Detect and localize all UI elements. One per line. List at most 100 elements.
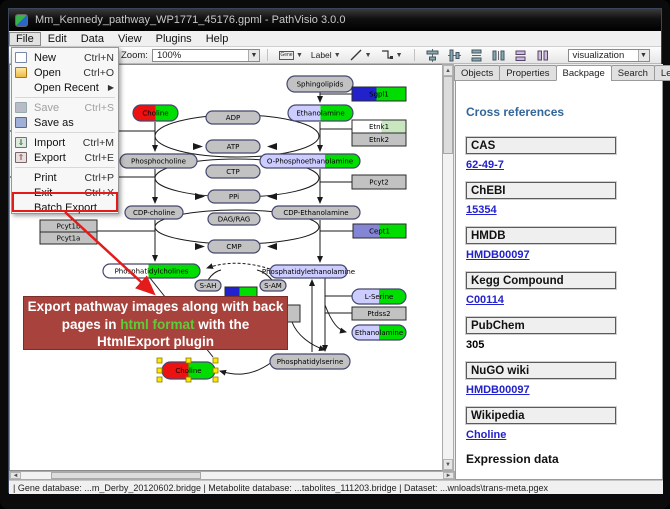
expression-data-header: Expression data — [466, 452, 662, 466]
line-tool-icon — [349, 49, 363, 62]
horizontal-scrollbar[interactable]: ◄ ► — [9, 471, 455, 480]
svg-text:DAG/RAG: DAG/RAG — [218, 216, 250, 224]
svg-text:Sphingolipids: Sphingolipids — [297, 81, 344, 89]
svg-text:O-Phosphoethanolamine: O-Phosphoethanolamine — [267, 158, 353, 166]
distribute-horizontal-icon — [492, 49, 506, 62]
import-icon: ⇓ — [15, 137, 28, 148]
vertical-scrollbar[interactable]: ▲ ▼ — [442, 64, 454, 471]
menu-help[interactable]: Help — [199, 32, 236, 46]
common-width-icon — [514, 49, 528, 62]
menu-edit[interactable]: Edit — [41, 32, 74, 46]
window-title: Mm_Kennedy_pathway_WP1771_45176.gpml - P… — [35, 14, 345, 26]
horizontal-scroll-thumb[interactable] — [51, 472, 201, 479]
svg-text:ATP: ATP — [227, 143, 240, 151]
export-icon: ⇑ — [15, 152, 28, 163]
pathvisio-window: Mm_Kennedy_pathway_WP1771_45176.gpml - P… — [8, 8, 662, 493]
section-title-hmdb: HMDB — [466, 227, 616, 244]
save-as-icon — [15, 117, 28, 128]
distribute-horizontal-button[interactable] — [488, 47, 510, 64]
tab-search[interactable]: Search — [611, 65, 655, 81]
side-panel-tabs: Objects Properties Backpage Search Legen… — [455, 64, 663, 81]
annotation-callout: Export pathway images along with back pa… — [23, 296, 288, 350]
align-vertical-center-button[interactable] — [444, 47, 466, 64]
menu-file[interactable]: File — [9, 32, 41, 46]
menu-item-new[interactable]: NewCtrl+N — [12, 50, 118, 65]
section-title-wikipedia: Wikipedia — [466, 407, 616, 424]
distribute-vertical-button[interactable] — [466, 47, 488, 64]
chevron-down-icon: ▼ — [334, 52, 341, 59]
menu-item-export[interactable]: ⇑ ExportCtrl+E — [12, 150, 118, 165]
svg-text:CTP: CTP — [226, 168, 239, 176]
svg-text:S-AH: S-AH — [200, 282, 217, 290]
xref-link[interactable]: Choline — [466, 429, 662, 441]
menu-bar: File Edit Data View Plugins Help — [9, 31, 661, 47]
xref-link[interactable]: 15354 — [466, 204, 662, 216]
section-title-chebi: ChEBI — [466, 182, 616, 199]
chevron-down-icon[interactable]: ▼ — [248, 50, 259, 61]
svg-text:Choline: Choline — [142, 110, 168, 118]
new-connector-button[interactable]: ▼ — [376, 47, 407, 64]
zoom-label: Zoom: — [121, 50, 148, 61]
tab-backpage[interactable]: Backpage — [556, 65, 612, 81]
scroll-down-icon[interactable]: ▼ — [443, 459, 453, 470]
section-title-kegg: Kegg Compound — [466, 272, 616, 289]
common-width-button[interactable] — [510, 47, 532, 64]
svg-text:Pcyt1b: Pcyt1b — [57, 223, 81, 231]
vertical-scroll-thumb[interactable] — [443, 76, 453, 154]
menu-item-open[interactable]: OpenCtrl+O — [12, 65, 118, 80]
new-document-icon — [15, 52, 28, 63]
tab-legend[interactable]: Legend — [654, 65, 670, 81]
menu-item-import[interactable]: ⇓ ImportCtrl+M — [12, 135, 118, 150]
menu-item-save: SaveCtrl+S — [12, 100, 118, 115]
save-icon — [15, 102, 28, 113]
chevron-down-icon: ▼ — [296, 52, 303, 59]
svg-text:Etnk1: Etnk1 — [369, 123, 389, 131]
menu-plugins[interactable]: Plugins — [149, 32, 199, 46]
new-label-button[interactable]: Label ▼ — [307, 48, 345, 62]
svg-text:Phosphocholine: Phosphocholine — [131, 158, 186, 166]
svg-text:CDP-Ethanolamine: CDP-Ethanolamine — [283, 209, 348, 217]
menu-item-save-as[interactable]: Save as — [12, 115, 118, 130]
menu-data[interactable]: Data — [74, 32, 111, 46]
section-title-nugo: NuGO wiki — [466, 362, 616, 379]
new-datanode-button[interactable]: Gene ▼ — [275, 49, 307, 62]
svg-text:Phosphatidylcholines: Phosphatidylcholines — [115, 268, 189, 276]
zoom-combobox[interactable]: 100% ▼ — [152, 49, 260, 62]
xref-link[interactable]: C00114 — [466, 294, 662, 306]
scroll-left-icon[interactable]: ◄ — [10, 472, 21, 479]
svg-text:CMP: CMP — [226, 243, 241, 251]
tab-objects[interactable]: Objects — [454, 65, 500, 81]
highlighted-text: html format — [120, 317, 194, 332]
xref-value: 305 — [466, 339, 662, 351]
chevron-down-icon[interactable]: ▼ — [638, 50, 649, 61]
distribute-vertical-icon — [470, 49, 484, 62]
visualization-combobox[interactable]: visualization ▼ — [568, 49, 650, 62]
svg-text:Pcyt1a: Pcyt1a — [57, 235, 81, 243]
svg-text:Pcyt2: Pcyt2 — [369, 179, 388, 187]
open-folder-icon — [15, 67, 28, 78]
svg-text:Etnk2: Etnk2 — [369, 136, 389, 144]
tab-properties[interactable]: Properties — [499, 65, 556, 81]
xref-link[interactable]: HMDB00097 — [466, 384, 662, 396]
title-bar[interactable]: Mm_Kennedy_pathway_WP1771_45176.gpml - P… — [9, 9, 661, 31]
screenshot-frame: Mm_Kennedy_pathway_WP1771_45176.gpml - P… — [0, 0, 670, 509]
app-icon — [15, 14, 28, 27]
backpage-panel[interactable]: Cross references CAS 62-49-7 ChEBI 15354… — [455, 81, 663, 480]
status-bar: | Gene database: ...m_Derby_20120602.bri… — [9, 480, 663, 494]
common-height-button[interactable] — [532, 47, 554, 64]
scroll-up-icon[interactable]: ▲ — [443, 65, 453, 76]
xref-link[interactable]: HMDB00097 — [466, 249, 662, 261]
xref-link[interactable]: 62-49-7 — [466, 159, 662, 171]
svg-text:Cept1: Cept1 — [369, 228, 390, 236]
menu-item-print[interactable]: PrintCtrl+P — [12, 170, 118, 185]
svg-text:Phosphatidylethanolamine: Phosphatidylethanolamine — [262, 268, 355, 276]
new-line-button[interactable]: ▼ — [345, 47, 376, 64]
section-title-pubchem: PubChem — [466, 317, 616, 334]
align-horizontal-center-button[interactable] — [422, 47, 444, 64]
menu-view[interactable]: View — [111, 32, 149, 46]
svg-text:Phosphatidylserine: Phosphatidylserine — [277, 358, 344, 366]
scroll-right-icon[interactable]: ► — [443, 472, 454, 479]
menu-item-open-recent[interactable]: Open Recent▶ — [12, 80, 118, 95]
svg-text:Ptdss2: Ptdss2 — [367, 310, 390, 318]
side-panel: Objects Properties Backpage Search Legen… — [455, 64, 663, 480]
